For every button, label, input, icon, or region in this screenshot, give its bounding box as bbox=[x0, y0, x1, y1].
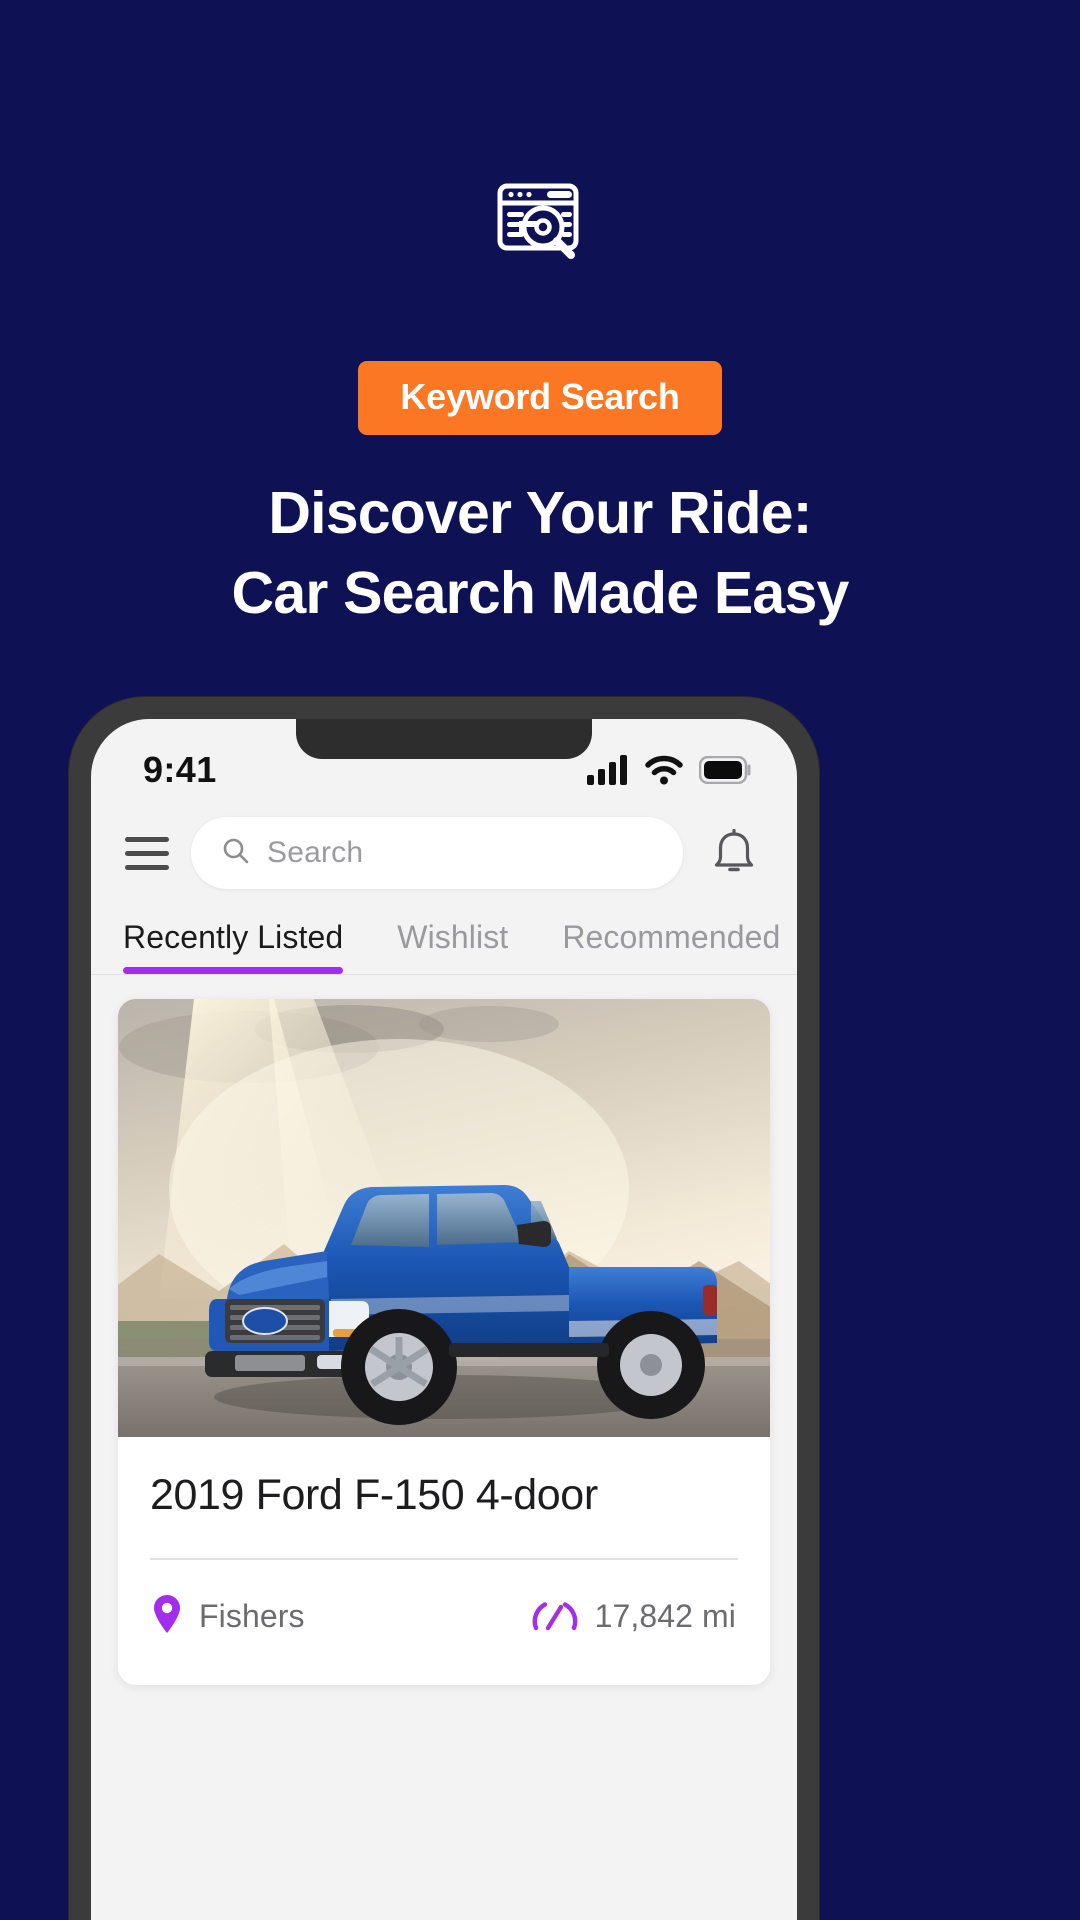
search-placeholder: Search bbox=[267, 836, 364, 869]
car-photo bbox=[118, 999, 770, 1437]
location-value: Fishers bbox=[199, 1598, 305, 1635]
tab-recently-listed[interactable]: Recently Listed bbox=[91, 919, 370, 974]
battery-icon bbox=[699, 756, 751, 784]
badge-wrap: Keyword Search bbox=[0, 361, 1080, 435]
bell-icon[interactable] bbox=[701, 828, 757, 878]
headline-line-2: Car Search Made Easy bbox=[231, 560, 850, 626]
headline-line-1: Discover Your Ride: bbox=[268, 480, 812, 546]
phone-mockup: 9:41 Search Recently Listed Wishlist Rec… bbox=[69, 697, 819, 1920]
mileage-meta: 17,842 mi bbox=[532, 1597, 736, 1636]
hero-icon-wrap bbox=[0, 182, 1080, 268]
search-icon bbox=[221, 836, 251, 871]
search-input[interactable]: Search bbox=[191, 817, 683, 889]
status-bar: 9:41 bbox=[91, 719, 797, 811]
speedometer-icon bbox=[532, 1597, 578, 1636]
phone-screen: 9:41 Search Recently Listed Wishlist Rec… bbox=[91, 719, 797, 1920]
app-bar: Search bbox=[91, 811, 797, 903]
wifi-icon bbox=[644, 755, 684, 785]
location-pin-icon bbox=[152, 1594, 182, 1639]
tab-wishlist[interactable]: Wishlist bbox=[370, 919, 535, 974]
mileage-value: 17,842 mi bbox=[594, 1598, 736, 1635]
status-icons bbox=[587, 755, 751, 785]
card-body: 2019 Ford F-150 4-door Fishers 17,842 mi bbox=[118, 1437, 770, 1685]
keyword-search-badge[interactable]: Keyword Search bbox=[358, 361, 722, 435]
page-title: Discover Your Ride: Car Search Made Easy bbox=[0, 473, 1080, 633]
card-meta: Fishers 17,842 mi bbox=[150, 1560, 738, 1685]
tab-bar: Recently Listed Wishlist Recommended Sed… bbox=[91, 903, 797, 975]
listing-card[interactable]: 2019 Ford F-150 4-door Fishers 17,842 mi bbox=[118, 999, 770, 1686]
car-title: 2019 Ford F-150 4-door bbox=[150, 1471, 598, 1519]
keyword-search-icon bbox=[495, 182, 585, 268]
cellular-signal-icon bbox=[587, 755, 629, 785]
tab-recommended[interactable]: Recommended bbox=[535, 919, 797, 974]
hamburger-menu-icon[interactable] bbox=[121, 831, 173, 875]
promo-screen: Keyword Search Discover Your Ride: Car S… bbox=[0, 0, 1080, 1920]
location-meta: Fishers bbox=[152, 1594, 305, 1639]
status-time: 9:41 bbox=[143, 749, 217, 790]
